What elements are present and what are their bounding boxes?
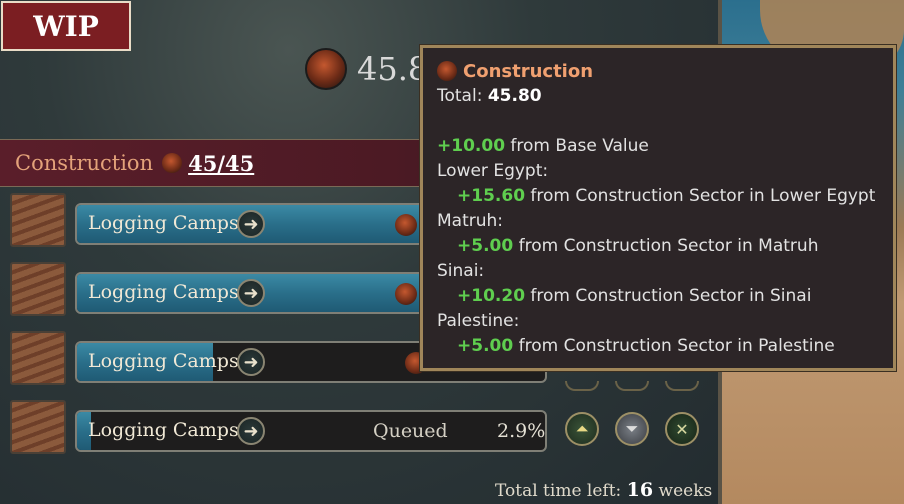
modifier-value: +10.00 xyxy=(437,136,506,156)
tooltip-region-header: Sinai: xyxy=(437,261,485,281)
modifier-source: from Construction Sector in Matruh xyxy=(513,236,819,256)
wip-text: WIP xyxy=(33,9,99,43)
construction-stat-value: 45.8 xyxy=(357,50,429,88)
tooltip-total: Total: 45.80 xyxy=(437,84,893,109)
total-time-value: 16 xyxy=(626,479,654,501)
move-up-button[interactable] xyxy=(565,381,599,391)
modifier-value: +10.20 xyxy=(457,286,526,306)
building-name: Logging Camps xyxy=(88,281,239,303)
logging-camps-thumbnail xyxy=(10,400,66,454)
tooltip-breakdown: +10.00 from Base Value Lower Egypt: +15.60… xyxy=(437,134,893,359)
total-time-unit: weeks xyxy=(658,481,713,501)
tooltip-modifier-line: +10.20 from Construction Sector in Sinai xyxy=(437,284,893,309)
tooltip-modifier-line: +5.00 from Construction Sector in Palest… xyxy=(437,334,893,359)
construction-icon xyxy=(305,48,347,90)
tooltip-total-label: Total: xyxy=(437,86,483,106)
progress-bar[interactable]: Logging Camps ➜ Queued 2.9% xyxy=(75,410,547,452)
construction-header-title: Construction xyxy=(15,151,154,175)
tooltip-modifier-line: +10.00 from Base Value xyxy=(437,134,893,159)
goto-arrow-button[interactable]: ➜ xyxy=(237,417,265,445)
tooltip-modifier-line: +5.00 from Construction Sector in Matruh xyxy=(437,234,893,259)
construction-icon xyxy=(437,61,457,81)
modifier-source: from Base Value xyxy=(505,136,649,156)
double-chevron-down-icon: ⏷ xyxy=(625,419,639,438)
tooltip-modifier-line: +15.60 from Construction Sector in Lower… xyxy=(437,184,893,209)
move-up-button[interactable]: ⏶ xyxy=(565,412,599,446)
building-name: Logging Camps xyxy=(88,419,239,441)
modifier-source: from Construction Sector in Palestine xyxy=(513,336,835,356)
tooltip-region-header: Matruh: xyxy=(437,211,504,231)
queue-item[interactable]: Logging Camps ➜ Queued 2.9% ⏶ ⏷ ✕ xyxy=(10,400,710,458)
building-name: Logging Camps xyxy=(88,212,239,234)
modifier-value: +5.00 xyxy=(457,236,514,256)
tooltip-total-value: 45.80 xyxy=(487,86,542,106)
goto-arrow-button[interactable]: ➜ xyxy=(237,348,265,376)
total-time-left: Total time left: 16 weeks xyxy=(495,479,712,501)
construction-tooltip: Construction Total: 45.80 +10.00 from Ba… xyxy=(420,45,896,371)
double-chevron-up-icon: ⏶ xyxy=(575,419,589,438)
goto-arrow-button[interactable]: ➜ xyxy=(237,210,265,238)
goto-arrow-button[interactable]: ➜ xyxy=(237,279,265,307)
move-down-button[interactable]: ⏷ xyxy=(615,412,649,446)
construction-icon xyxy=(162,153,183,173)
total-time-label: Total time left: xyxy=(495,481,622,501)
tooltip-title-text: Construction xyxy=(463,60,594,82)
wip-badge: WIP xyxy=(1,1,131,51)
tooltip-region-header: Palestine: xyxy=(437,311,520,331)
progress-percent: 2.9% xyxy=(497,420,546,442)
modifier-value: +5.00 xyxy=(457,336,514,356)
construction-icon xyxy=(395,214,417,236)
cancel-button[interactable]: ✕ xyxy=(665,412,699,446)
tooltip-title: Construction xyxy=(437,58,893,84)
modifier-value: +15.60 xyxy=(457,186,526,206)
logging-camps-thumbnail xyxy=(10,193,66,247)
tooltip-spacer xyxy=(437,109,893,134)
construction-sector-count[interactable]: 45/45 xyxy=(188,151,254,176)
building-name: Logging Camps xyxy=(88,350,239,372)
construction-stat[interactable]: 45.8 xyxy=(305,48,428,90)
tooltip-region-header: Lower Egypt: xyxy=(437,161,549,181)
cancel-button[interactable] xyxy=(665,381,699,391)
modifier-source: from Construction Sector in Lower Egypt xyxy=(525,186,876,206)
construction-icon xyxy=(395,283,417,305)
logging-camps-thumbnail xyxy=(10,331,66,385)
close-icon: ✕ xyxy=(675,419,689,439)
queue-status: Queued xyxy=(373,420,448,442)
move-down-button[interactable] xyxy=(615,381,649,391)
logging-camps-thumbnail xyxy=(10,262,66,316)
modifier-source: from Construction Sector in Sinai xyxy=(525,286,812,306)
